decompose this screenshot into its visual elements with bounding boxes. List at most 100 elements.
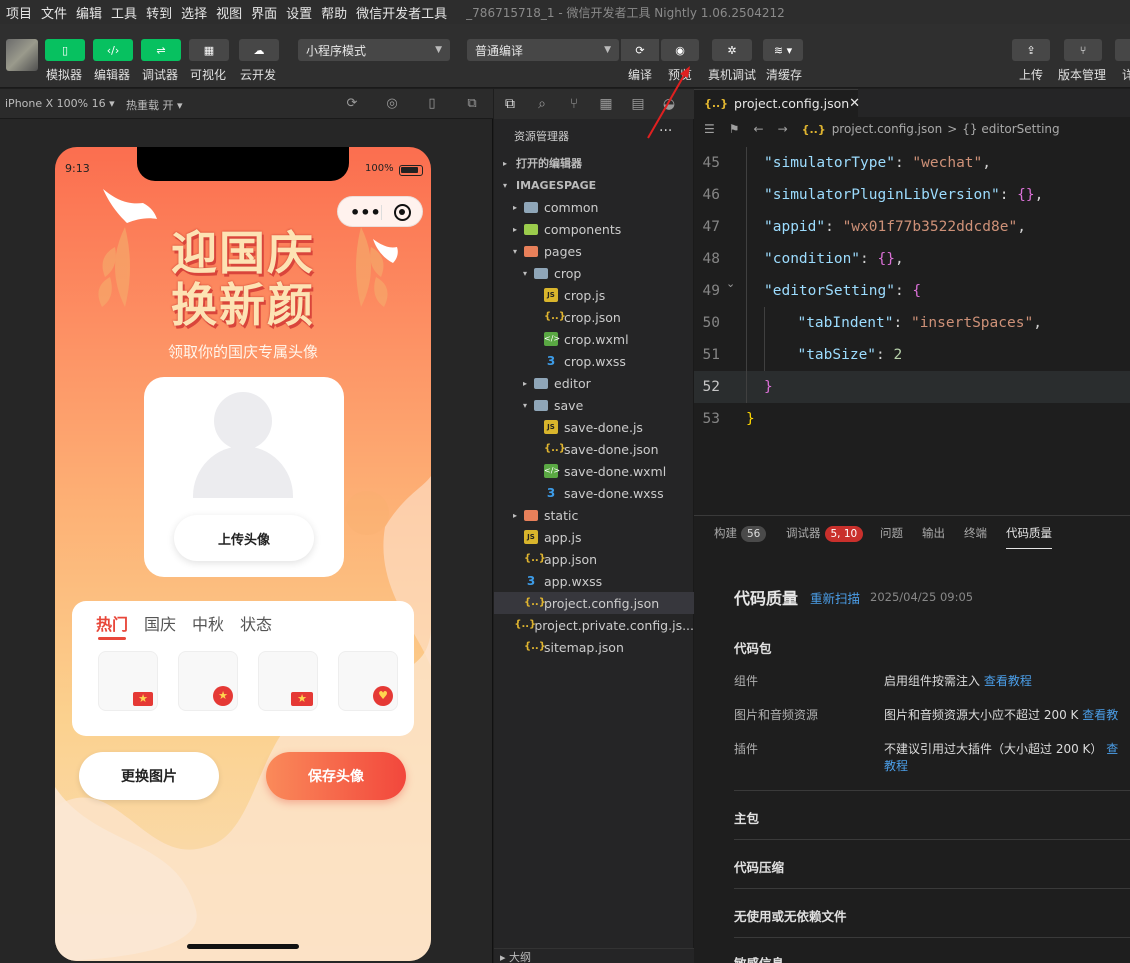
code-line[interactable]: 46 "simulatorPluginLibVersion": {}, — [694, 179, 1130, 211]
menu-settings[interactable]: 设置 — [286, 3, 312, 22]
tree-file[interactable]: {..} project.private.config.js... — [494, 614, 694, 636]
panel-tab[interactable]: 调试器 5, 10 — [786, 525, 864, 542]
tree-file[interactable]: 3 save-done.wxss — [494, 482, 694, 504]
panel-tab[interactable]: 输出 — [922, 525, 945, 541]
editor-button[interactable]: ‹/› — [93, 39, 133, 61]
device-select[interactable]: iPhone X 100% 16 ▾ — [5, 97, 115, 110]
extensions-icon[interactable]: ▦ — [597, 95, 615, 113]
tree-file[interactable]: {..} save-done.json — [494, 438, 694, 460]
section-sensitive-info[interactable]: 敏感信息 — [734, 953, 784, 963]
fold-chevron-icon[interactable]: ⌄ — [726, 277, 735, 290]
menu-interface[interactable]: 界面 — [251, 3, 277, 22]
menu-select[interactable]: 选择 — [181, 3, 207, 22]
back-arrow-icon[interactable]: ← — [754, 122, 764, 136]
frame-tile[interactable]: ★ — [98, 651, 158, 711]
close-icon[interactable]: ✕ — [849, 96, 860, 111]
tree-folder[interactable]: ▸ components — [494, 218, 694, 240]
tab-hot[interactable]: 热门 — [96, 611, 128, 640]
tree-folder[interactable]: ▸ editor — [494, 372, 694, 394]
menu-file[interactable]: 文件 — [41, 3, 67, 22]
bookmark-icon[interactable]: ⚑ — [729, 122, 740, 136]
search-icon[interactable]: ⌕ — [533, 95, 551, 113]
upload-avatar-button[interactable]: 上传头像 — [174, 515, 314, 561]
details-button[interactable] — [1115, 39, 1130, 61]
rescan-link[interactable]: 重新扫描 — [810, 588, 860, 607]
visual-button[interactable]: ▦ — [189, 39, 229, 61]
preview-button[interactable]: ◉ — [661, 39, 699, 61]
tree-file[interactable]: JS save-done.js — [494, 416, 694, 438]
panel-tab[interactable]: 代码质量 — [1006, 525, 1052, 549]
list-icon[interactable]: ☰ — [704, 122, 715, 136]
code-line[interactable]: 52} — [694, 371, 1130, 403]
section-code-compress[interactable]: 代码压缩 — [734, 857, 784, 876]
frame-tile[interactable]: ★ — [258, 651, 318, 711]
tree-file[interactable]: </> save-done.wxml — [494, 460, 694, 482]
tab-national-day[interactable]: 国庆 — [144, 611, 176, 635]
tree-file[interactable]: JS app.js — [494, 526, 694, 548]
refresh-icon[interactable]: ⟳ — [344, 96, 360, 112]
user-avatar[interactable] — [6, 39, 38, 71]
save-avatar-button[interactable]: 保存头像 — [266, 752, 406, 800]
panel-tab[interactable]: 终端 — [964, 525, 987, 541]
tree-folder[interactable]: ▾ save — [494, 394, 694, 416]
menu-help[interactable]: 帮助 — [321, 3, 347, 22]
forward-arrow-icon[interactable]: → — [778, 122, 788, 136]
tree-file[interactable]: JS crop.js — [494, 284, 694, 306]
upload-button[interactable]: ⇪ — [1012, 39, 1050, 61]
tree-folder[interactable]: ▸ static — [494, 504, 694, 526]
menu-tools[interactable]: 工具 — [111, 3, 137, 22]
frame-tile[interactable]: ♥ — [338, 651, 398, 711]
more-actions-icon[interactable]: ··· — [659, 123, 672, 139]
panel-tab[interactable]: 问题 — [880, 525, 903, 541]
remote-debug-button[interactable]: ✲ — [712, 39, 752, 61]
section-main-package[interactable]: 主包 — [734, 808, 759, 827]
tab-status[interactable]: 状态 — [240, 611, 272, 635]
editor-tab-project-config[interactable]: {..} project.config.json ✕ — [694, 89, 860, 117]
tutorial-link[interactable]: 查 — [1106, 742, 1118, 756]
mode-select[interactable]: 小程序模式 ▼ — [298, 39, 450, 61]
code-line[interactable]: 47 "appid": "wx01f77b3522ddcd8e", — [694, 211, 1130, 243]
tab-mid-autumn[interactable]: 中秋 — [192, 611, 224, 635]
docker-icon[interactable]: ◒ — [660, 95, 678, 113]
tree-file[interactable]: </> crop.wxml — [494, 328, 694, 350]
tree-file[interactable]: {..} crop.json — [494, 306, 694, 328]
storage-icon[interactable]: ▤ — [629, 95, 647, 113]
change-image-button[interactable]: 更换图片 — [79, 752, 219, 800]
clear-cache-button[interactable]: ≋ ▾ — [763, 39, 803, 61]
tutorial-link[interactable]: 查看教程 — [984, 674, 1032, 688]
tree-file[interactable]: {..} sitemap.json — [494, 636, 694, 658]
simulator-button[interactable]: ▯ — [45, 39, 85, 61]
tree-folder[interactable]: ▸ common — [494, 196, 694, 218]
open-editors-section[interactable]: ▸ 打开的编辑器 — [494, 152, 694, 174]
hot-reload-toggle[interactable]: 热重载 开 ▾ — [126, 97, 183, 113]
files-icon[interactable]: ⧉ — [501, 95, 519, 113]
tutorial-link[interactable]: 查看教 — [1082, 708, 1118, 722]
section-unused-files[interactable]: 无使用或无依赖文件 — [734, 906, 847, 925]
frame-tile[interactable]: ★ — [178, 651, 238, 711]
tutorial-link-continued[interactable]: 教程 — [884, 757, 908, 774]
outline-section[interactable]: ▸ 大纲 — [494, 948, 694, 963]
code-line[interactable]: 49 "editorSetting": { — [694, 275, 1130, 307]
tree-file[interactable]: {..} app.json — [494, 548, 694, 570]
compile-mode-select[interactable]: 普通编译 ▼ — [467, 39, 619, 61]
menu-view[interactable]: 视图 — [216, 3, 242, 22]
compile-button[interactable]: ⟳ — [621, 39, 659, 61]
menu-edit[interactable]: 编辑 — [76, 3, 102, 22]
debugger-button[interactable]: ⇌ — [141, 39, 181, 61]
cloud-button[interactable]: ☁ — [239, 39, 279, 61]
code-line[interactable]: 51 "tabSize": 2 — [694, 339, 1130, 371]
code-line[interactable]: 45 "simulatorType": "wechat", — [694, 147, 1130, 179]
breadcrumb-symbol[interactable]: {} editorSetting — [962, 122, 1059, 136]
code-line[interactable]: 53} — [694, 403, 1130, 435]
version-button[interactable]: ⑂ — [1064, 39, 1102, 61]
project-section[interactable]: ▾ IMAGESPAGE — [494, 174, 694, 196]
menu-goto[interactable]: 转到 — [146, 3, 172, 22]
tree-file[interactable]: 3 app.wxss — [494, 570, 694, 592]
device-icon[interactable]: ▯ — [424, 96, 440, 112]
stop-icon[interactable]: ◎ — [384, 96, 400, 112]
code-line[interactable]: 50 "tabIndent": "insertSpaces", — [694, 307, 1130, 339]
menu-wechat-devtools[interactable]: 微信开发者工具 — [356, 3, 447, 22]
tree-folder[interactable]: ▾ pages — [494, 240, 694, 262]
tree-file[interactable]: 3 crop.wxss — [494, 350, 694, 372]
popout-icon[interactable]: ⧉ — [464, 96, 480, 112]
